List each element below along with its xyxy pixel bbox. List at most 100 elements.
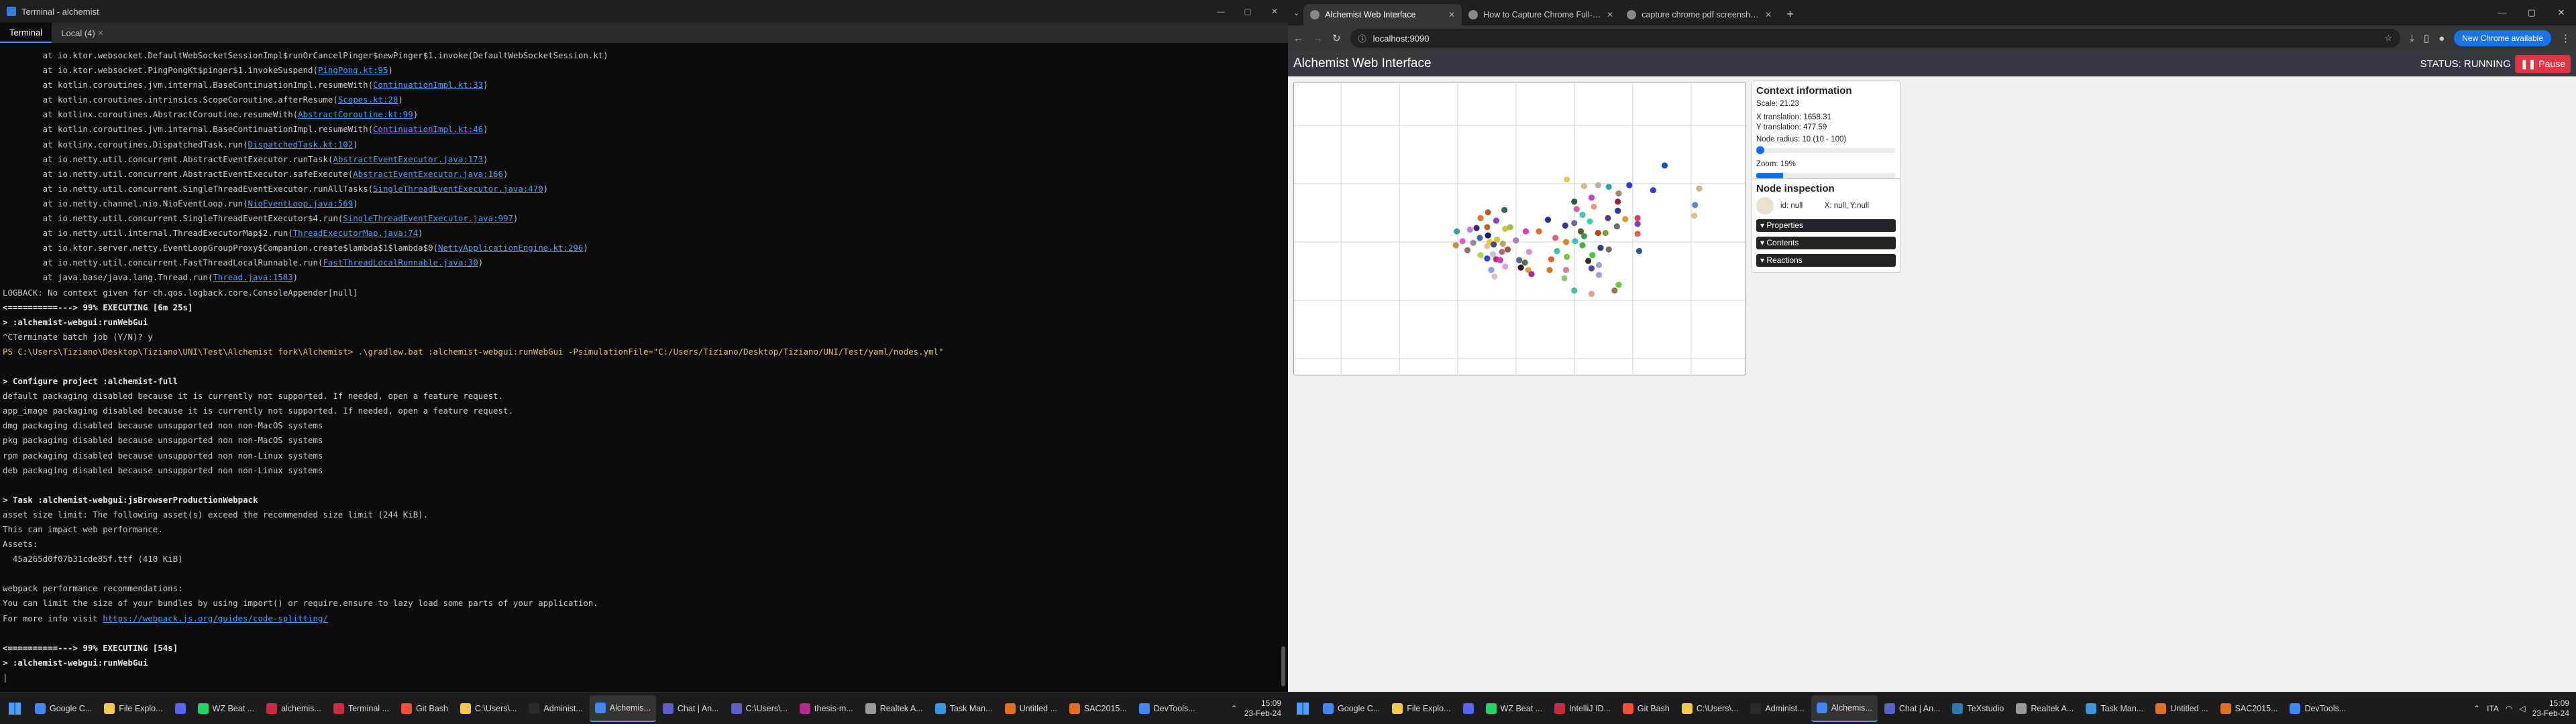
source-link[interactable]: ThreadExecutorMap.java:74 (293, 228, 419, 238)
simulation-node[interactable] (1591, 203, 1597, 210)
minimize-icon[interactable]: — (2487, 7, 2517, 18)
download-icon[interactable]: ⤓ (2410, 33, 2414, 44)
close-icon[interactable]: ✕ (2546, 7, 2576, 18)
site-info-icon[interactable]: ⓘ (1358, 33, 1366, 44)
simulation-node[interactable] (1615, 282, 1622, 288)
simulation-node[interactable] (1634, 215, 1641, 221)
simulation-node[interactable] (1536, 228, 1542, 235)
wifi-icon[interactable]: ◠ (2506, 704, 2512, 713)
source-link[interactable]: https://webpack.js.org/guides/code-split… (103, 613, 328, 623)
source-link[interactable]: FastThreadLocalRunnable.java:30 (323, 257, 478, 267)
taskbar-app-button[interactable]: File Explo... (1387, 695, 1456, 722)
simulation-node[interactable] (1507, 224, 1513, 231)
simulation-node[interactable] (1615, 207, 1621, 214)
simulation-node[interactable] (1588, 194, 1595, 201)
minimize-icon[interactable]: — (1208, 7, 1234, 16)
new-chrome-available-button[interactable]: New Chrome available (2454, 30, 2551, 46)
taskbar-app-button[interactable]: Alchemis... (589, 695, 656, 722)
simulation-node[interactable] (1611, 287, 1618, 294)
simulation-node[interactable] (1595, 272, 1603, 278)
taskbar-app-button[interactable]: C:\Users\... (1676, 695, 1744, 722)
simulation-node[interactable] (1571, 220, 1578, 227)
properties-accordion[interactable]: ▾ Properties (1756, 219, 1896, 232)
start-button[interactable] (0, 692, 30, 724)
close-tab-icon[interactable]: ✕ (1448, 10, 1455, 19)
taskbar-app-button[interactable]: Chat | An... (1879, 695, 1946, 722)
tray-icon[interactable]: ⌃ (1231, 704, 1238, 713)
taskbar-app-button[interactable]: C:\Users\... (455, 695, 523, 722)
simulation-node[interactable] (1580, 233, 1587, 239)
simulation-node[interactable] (1484, 243, 1491, 249)
simulation-node[interactable] (1470, 239, 1477, 246)
taskbar-app-button[interactable]: Untitled ... (1000, 695, 1063, 722)
simulation-node[interactable] (1605, 215, 1611, 221)
simulation-node[interactable] (1571, 287, 1578, 294)
source-link[interactable]: Thread.java:1583 (213, 272, 292, 282)
taskbar-app-button[interactable]: Git Bash (1617, 695, 1675, 722)
source-link[interactable]: AbstractCoroutine.kt:99 (298, 109, 413, 119)
source-link[interactable]: PingPong.kt:95 (318, 65, 388, 75)
simulation-node[interactable] (1595, 261, 1603, 268)
simulation-node[interactable] (1501, 206, 1508, 213)
terminal-output[interactable]: at io.ktor.websocket.DefaultWebSocketSes… (3, 48, 1276, 692)
simulation-node[interactable] (1497, 257, 1504, 263)
simulation-node[interactable] (1622, 216, 1629, 223)
simulation-node[interactable] (1650, 187, 1656, 194)
simulation-node[interactable] (1564, 253, 1570, 260)
simulation-node[interactable] (1528, 271, 1535, 278)
simulation-node[interactable] (1552, 235, 1559, 241)
source-link[interactable]: NioEventLoop.java:569 (248, 198, 354, 208)
simulation-node[interactable] (1513, 237, 1519, 244)
simulation-node[interactable] (1626, 182, 1633, 188)
simulation-node[interactable] (1485, 232, 1491, 239)
simulation-node[interactable] (1605, 184, 1612, 190)
simulation-node[interactable] (1546, 267, 1553, 274)
taskbar-app-button[interactable]: thesis-m... (794, 695, 859, 722)
simulation-node[interactable] (1491, 273, 1498, 280)
browser-tab[interactable]: Alchemist Web Interface ✕ (1303, 4, 1462, 25)
reload-icon[interactable]: ↻ (1332, 32, 1341, 44)
taskbar-app-button[interactable]: Realtek A... (860, 695, 928, 722)
taskbar-app-button[interactable] (1458, 695, 1479, 722)
source-link[interactable]: ContinuationImpl.kt:46 (373, 124, 483, 134)
tray-overflow-icon[interactable]: ⌃ (2473, 704, 2480, 713)
reactions-accordion[interactable]: ▾ Reactions (1756, 254, 1896, 267)
simulation-node[interactable] (1459, 238, 1466, 245)
side-panel-icon[interactable]: ▯ (2424, 32, 2429, 44)
start-button[interactable] (1288, 692, 1318, 724)
taskbar-app-button[interactable]: Untitled ... (2150, 695, 2213, 722)
bookmark-star-icon[interactable]: ☆ (2385, 33, 2393, 44)
taskbar-app-button[interactable]: Git Bash (396, 695, 453, 722)
terminal-scrollbar[interactable] (1280, 48, 1287, 692)
simulation-node[interactable] (1502, 263, 1509, 270)
app-brand[interactable]: Alchemist Web Interface (1293, 56, 1432, 71)
taskbar-app-button[interactable]: Alchemis... (1811, 695, 1878, 722)
simulation-node[interactable] (1499, 249, 1505, 255)
simulation-node[interactable] (1473, 225, 1480, 231)
source-link[interactable]: NettyApplicationEngine.kt:296 (438, 243, 583, 253)
simulation-node[interactable] (1692, 202, 1699, 208)
taskbar-app-button[interactable]: WZ Beat ... (193, 695, 260, 722)
browser-tab[interactable]: capture chrome pdf screenshot... ✕ (1620, 4, 1778, 25)
simulation-node[interactable] (1602, 229, 1609, 237)
simulation-node[interactable] (1522, 228, 1529, 235)
language-indicator[interactable]: ITA (2487, 704, 2499, 713)
taskbar-app-button[interactable]: C:\Users\... (726, 695, 794, 722)
simulation-node[interactable] (1595, 182, 1601, 188)
source-link[interactable]: Scopes.kt:28 (338, 95, 398, 105)
simulation-node[interactable] (1573, 206, 1580, 213)
source-link[interactable]: SingleThreadEventExecutor.java:997 (343, 213, 513, 223)
simulation-node[interactable] (1661, 162, 1668, 169)
node-radius-slider[interactable] (1756, 146, 1896, 154)
source-link[interactable]: AbstractEventExecutor.java:166 (353, 169, 503, 179)
address-bar[interactable]: ⓘ localhost:9090 ☆ (1350, 29, 2401, 48)
simulation-node[interactable] (1562, 239, 1570, 245)
maximize-icon[interactable]: ▢ (1234, 7, 1261, 16)
simulation-drawing[interactable] (1294, 82, 1747, 376)
taskbar-app-button[interactable]: Task Man... (2080, 695, 2149, 722)
simulation-node[interactable] (1561, 275, 1568, 282)
simulation-node[interactable] (1521, 259, 1528, 266)
profile-icon[interactable]: ● (2438, 33, 2445, 44)
simulation-node[interactable] (1554, 247, 1560, 255)
taskbar-app-button[interactable]: File Explo... (99, 695, 168, 722)
